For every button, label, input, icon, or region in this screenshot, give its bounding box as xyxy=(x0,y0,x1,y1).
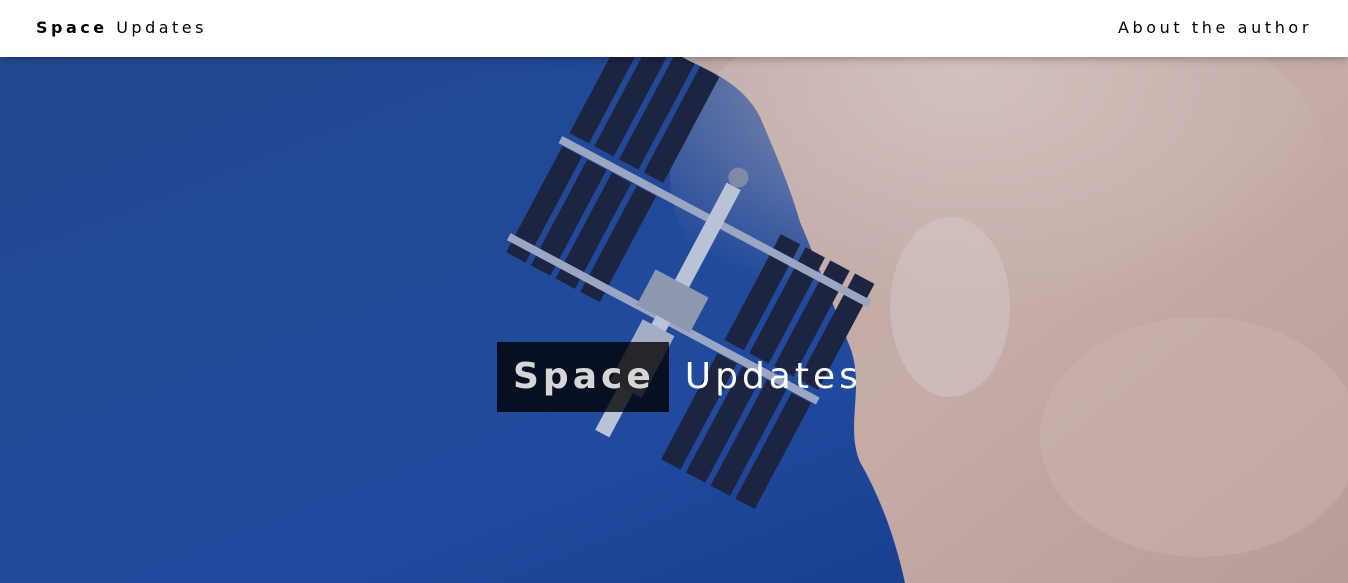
hero-title-light: Updates xyxy=(684,356,862,397)
hero-banner: Space Updates xyxy=(0,57,1348,583)
brand-light-text: Updates xyxy=(116,18,207,37)
top-navbar: Space Updates About the author xyxy=(0,0,1348,57)
brand-bold-text: Space xyxy=(36,18,108,37)
brand-link[interactable]: Space Updates xyxy=(36,18,207,37)
about-author-link[interactable]: About the author xyxy=(1118,18,1312,37)
space-station-image xyxy=(0,57,1348,583)
hero-title-bold: Space xyxy=(497,342,669,412)
hero-title: Space Updates xyxy=(497,342,862,412)
